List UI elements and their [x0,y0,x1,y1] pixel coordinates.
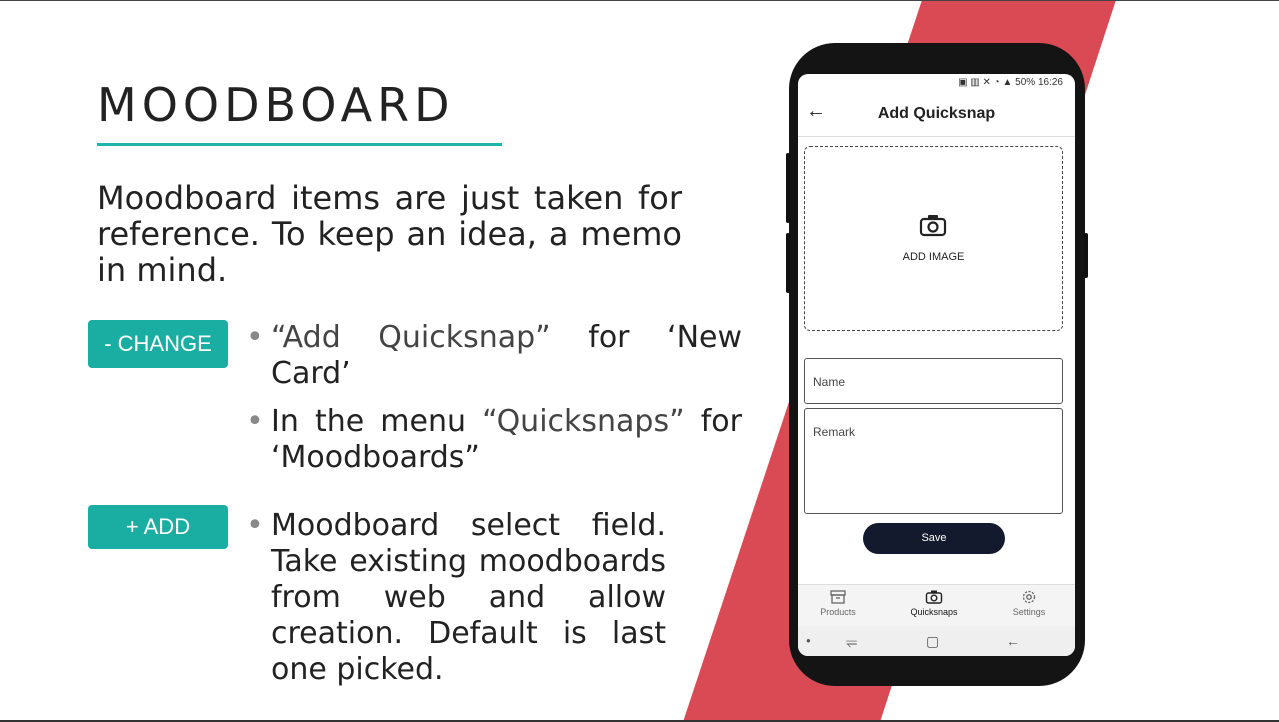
list-item: • In the menu “Quicksnaps” for ‘Moodboard… [246,404,742,476]
tab-quicksnaps[interactable]: Quicksnaps [894,589,974,617]
title-underline [97,143,502,146]
app-bar: ← Add Quicksnap [798,92,1075,137]
change-bullet-list: • “Add Quicksnap” for ‘New Card’ • In the … [246,320,742,488]
list-item: • Moodboard select field. Take existing m… [246,508,666,688]
bullet-quote: “Add Quicksnap” [271,320,551,355]
bullet-text: Moodboard select field. Take existing mo… [271,508,666,687]
status-bar: ▣ ▥ ✕ ◔ ▲ 50% 16:26 [798,74,1075,92]
archive-icon [830,590,846,604]
name-field[interactable]: Name [804,358,1063,404]
tab-label: Settings [1012,607,1046,617]
name-placeholder: Name [813,375,846,389]
list-item: • “Add Quicksnap” for ‘New Card’ [246,320,742,392]
phone-side-button [786,233,790,293]
bullet-text: In the menu [271,404,483,439]
change-tag: - CHANGE [88,320,228,368]
bullet-dot: • [246,508,264,543]
intro-text: Moodboard items are just taken for refer… [97,179,682,289]
add-tag: + ADD [88,505,228,549]
phone-side-button [1084,233,1088,278]
tab-settings[interactable]: Settings [989,589,1069,617]
add-bullet-list: • Moodboard select field. Take existing m… [246,508,666,688]
camera-icon [919,215,947,237]
tab-label: Products [820,607,856,617]
dot-icon: ● [806,636,811,645]
remark-placeholder: Remark [813,425,856,439]
add-image-dropzone[interactable]: ADD IMAGE [804,146,1063,331]
tab-label: Quicksnaps [910,607,958,617]
bottom-tab-bar: Products Quicksnaps Settings [798,584,1075,627]
recent-apps-icon[interactable]: ⥫ [846,633,857,650]
top-border [0,0,1279,1]
system-nav-bar: ● ⥫ ▢ ← [798,626,1075,656]
gear-icon [1022,590,1036,604]
bullet-quote: “Quicksnaps” [482,404,685,439]
remark-field[interactable]: Remark [804,408,1063,514]
phone-screen: ▣ ▥ ✕ ◔ ▲ 50% 16:26 ← Add Quicksnap ADD … [798,74,1075,656]
save-button[interactable]: Save [863,523,1005,554]
app-title: Add Quicksnap [877,105,996,122]
camera-icon [925,590,943,604]
back-nav-icon[interactable]: ← [1006,633,1020,649]
tab-products[interactable]: Products [798,589,878,617]
phone-side-button [786,153,790,223]
slide: MOODBOARD Moodboard items are just taken… [0,0,1279,722]
status-text: 50% 16:26 [1015,77,1063,88]
add-image-label: ADD IMAGE [902,251,965,263]
bullet-dot: • [246,404,264,439]
bullet-dot: • [246,320,264,355]
slide-title: MOODBOARD [97,78,455,132]
home-icon[interactable]: ▢ [926,633,939,650]
signal-icons: ▣ ▥ ✕ ◔ ▲ [958,77,1016,88]
